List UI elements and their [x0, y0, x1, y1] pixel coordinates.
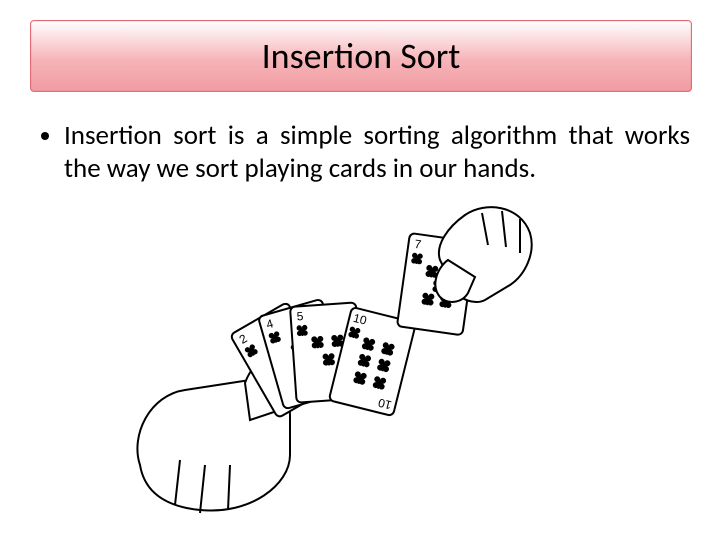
bullet-1: Insertion sort is a simple sorting algor…: [64, 120, 690, 186]
svg-text:5: 5: [296, 309, 304, 323]
illustration: 2 4 5: [130, 205, 600, 525]
slide-title: Insertion Sort: [262, 34, 461, 78]
right-hand: [435, 207, 531, 302]
slide-title-box: Insertion Sort: [30, 20, 692, 92]
slide-body: Insertion sort is a simple sorting algor…: [30, 120, 690, 186]
